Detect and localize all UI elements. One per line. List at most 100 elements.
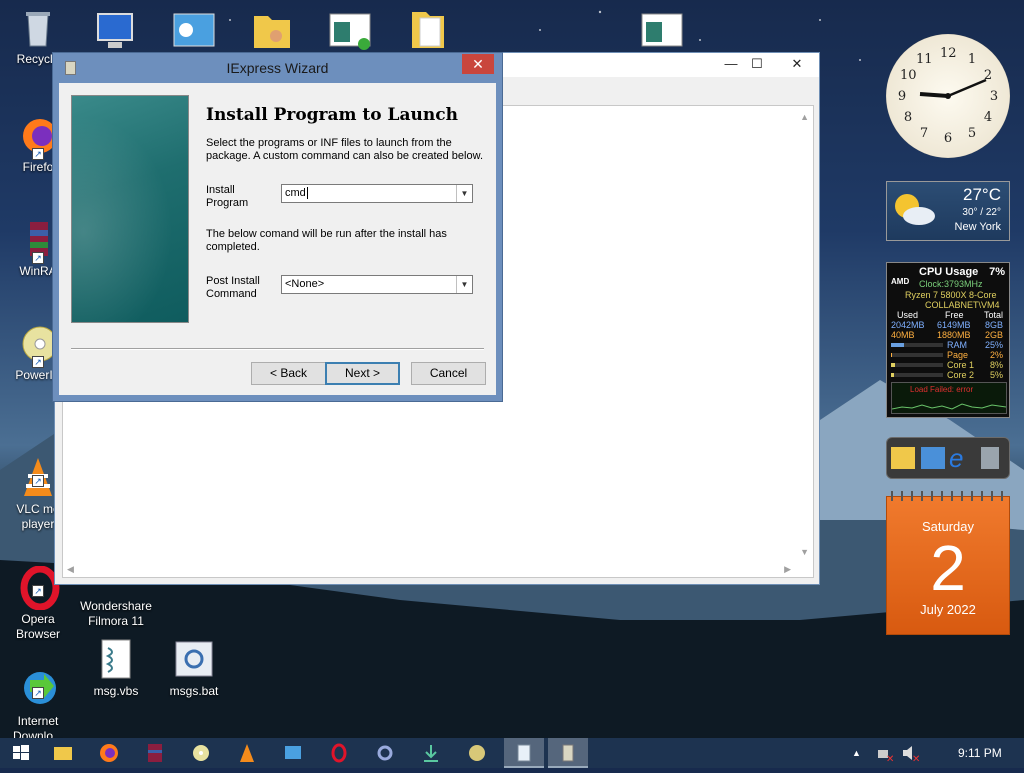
taskbar-clock[interactable]: 9:11 PM: [958, 738, 1002, 768]
volume-muted-icon[interactable]: ✕: [900, 742, 922, 765]
back-button[interactable]: < Back: [251, 362, 326, 385]
cancel-button[interactable]: Cancel: [411, 362, 486, 385]
desktop-icon-user-folder[interactable]: [250, 8, 294, 52]
divider: [71, 348, 484, 350]
taskbar-download-app[interactable]: [420, 742, 442, 764]
core1-value: 8%: [989, 360, 1003, 370]
desktop-icon-filmora[interactable]: Wondershare Filmora 11: [78, 584, 154, 644]
taskbar-notepad[interactable]: [504, 738, 544, 768]
partly-cloudy-icon: [895, 194, 935, 225]
ram-value: 25%: [984, 340, 1003, 350]
shortcut-arrow-icon: ↗: [32, 148, 44, 160]
taskbar-iexpress[interactable]: [548, 738, 588, 768]
page-heading: Install Program to Launch: [206, 105, 458, 125]
iexpress-app-icon: [65, 61, 76, 75]
install-program-combobox[interactable]: cmd ▼: [281, 184, 473, 203]
post-install-value[interactable]: <None>: [285, 278, 324, 290]
mem-free: 6149MB: [937, 320, 971, 330]
dialog-close-button[interactable]: ✕: [462, 54, 494, 74]
taskbar-vlc[interactable]: [236, 742, 258, 764]
scroll-down-icon[interactable]: ▼: [800, 547, 809, 557]
taskbar-opera[interactable]: [328, 742, 350, 764]
start-button[interactable]: [10, 742, 32, 764]
page-free: 1880MB: [937, 330, 971, 340]
notepad-icon: [517, 744, 531, 762]
taskbar-control-panel[interactable]: [282, 742, 304, 764]
mem-used: 2042MB: [891, 320, 925, 330]
post-install-label: Post Install Command: [206, 275, 260, 300]
poweriso-icon: [193, 745, 209, 761]
post-install-combobox[interactable]: <None> ▼: [281, 275, 473, 294]
clock-hands: [919, 78, 987, 99]
close-button[interactable]: ✕: [775, 53, 819, 75]
opera-icon: [331, 743, 347, 763]
firefox-icon: [100, 744, 118, 762]
dialog-body: Install Program to Launch Select the pro…: [59, 83, 496, 395]
taskbar-firefox[interactable]: [98, 742, 120, 764]
computer-icon: [97, 13, 133, 48]
taskbar-file-explorer[interactable]: [52, 742, 74, 764]
window-app-icon: [329, 13, 371, 50]
desktop-icon-msgs-bat[interactable]: msgs.bat: [156, 638, 232, 699]
desktop-icon-computer[interactable]: [94, 10, 138, 52]
taskbar-poweriso[interactable]: [190, 742, 212, 764]
shortcut-gadget: e: [886, 437, 1010, 479]
desktop-icon-msg-vbs[interactable]: msg.vbs: [78, 638, 154, 699]
install-program-value[interactable]: cmd: [285, 187, 306, 199]
taskbar: ▲ ✕ ✕ 9:11 PM: [0, 738, 1024, 768]
taskbar-settings-app[interactable]: [374, 742, 396, 764]
scroll-up-icon[interactable]: ▲: [800, 112, 809, 122]
show-hidden-icons-button[interactable]: ▲: [852, 738, 861, 768]
dialog-titlebar[interactable]: IExpress Wizard ✕: [53, 53, 502, 83]
calendar-gadget[interactable]: Saturday 2 July 2022: [886, 491, 1011, 635]
desktop-icon-folder[interactable]: [406, 6, 450, 52]
weather-gadget[interactable]: 27°C 30° / 22° New York: [886, 181, 1010, 241]
taskbar-winrar[interactable]: [144, 742, 166, 764]
file-explorer-icon: [54, 747, 72, 760]
desktop-icon-control-panel[interactable]: [172, 10, 216, 52]
internet-explorer-icon[interactable]: e: [949, 443, 963, 474]
desktop-icon-window-app[interactable]: [328, 10, 372, 52]
mem-header-free: Free: [945, 310, 964, 320]
cpu-model: Ryzen 7 5800X 8-Core: [905, 290, 997, 300]
calendar-day: 2: [930, 532, 966, 604]
desktop-icon-label: Wondershare Filmora 11: [80, 599, 152, 628]
shortcut-arrow-icon: ↗: [32, 687, 44, 699]
core2-bar: [891, 373, 943, 377]
dropdown-arrow-icon[interactable]: ▼: [456, 185, 472, 202]
shortcut-arrow-icon: ↗: [32, 585, 44, 597]
page-value: 2%: [989, 350, 1003, 360]
vbs-script-icon: [94, 638, 138, 682]
install-program-label: Install Program: [206, 184, 249, 209]
gear-icon: [377, 745, 393, 761]
weather-city: New York: [954, 221, 1001, 233]
core2-label: Core 2: [947, 370, 975, 380]
network-status-icon[interactable]: ✕: [874, 742, 896, 765]
cpu-meter-gadget[interactable]: AMD CPU Usage 7% Clock:3793MHz Ryzen 7 5…: [886, 262, 1010, 418]
weather-range: 30° / 22°: [962, 207, 1001, 218]
windows-logo-icon: [13, 745, 29, 760]
maximize-button[interactable]: ☐: [741, 53, 773, 75]
taskbar-poweriso-2[interactable]: [466, 742, 488, 764]
calendar-month-year: July 2022: [920, 602, 976, 617]
scroll-left-icon[interactable]: ◀: [67, 564, 74, 575]
desktop-icon-label: msgs.bat: [169, 684, 219, 698]
page-label: Page: [947, 350, 969, 360]
wizard-side-graphic: [71, 95, 189, 323]
desktop-icon-window-app-2[interactable]: [640, 10, 684, 52]
clock-gadget[interactable]: 12 1 2 3 4 5 6 7 8 9 10 11: [886, 34, 1010, 158]
shortcut-arrow-icon: ↗: [32, 356, 44, 368]
cpu-clock: Clock:3793MHz: [919, 279, 983, 289]
scroll-right-icon[interactable]: ▶: [784, 564, 791, 575]
mem-total: 8GB: [984, 320, 1003, 330]
next-button[interactable]: Next >: [325, 362, 400, 385]
core1-label: Core 1: [947, 360, 975, 370]
computer-shortcut-icon[interactable]: [921, 447, 945, 469]
iexpress-wizard-dialog[interactable]: IExpress Wizard ✕ Install Program to Lau…: [52, 52, 503, 402]
window-app-icon: [641, 13, 683, 47]
folder-shortcut-icon[interactable]: [891, 447, 915, 469]
bat-file-icon: [172, 638, 216, 682]
dropdown-arrow-icon[interactable]: ▼: [456, 276, 472, 293]
cpu-host: COLLABNET\VM4: [925, 300, 1000, 310]
recycle-bin-icon[interactable]: [981, 447, 999, 469]
